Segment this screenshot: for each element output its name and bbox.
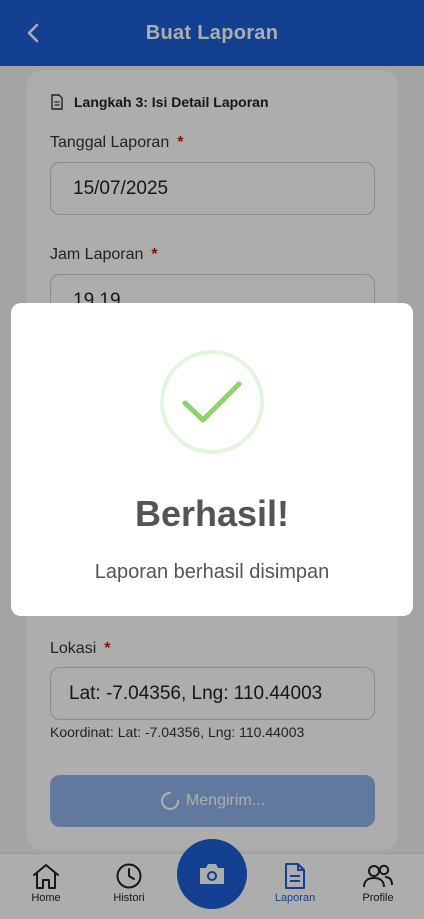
checkmark-icon bbox=[182, 381, 242, 423]
dialog-title: Berhasil! bbox=[134, 493, 290, 534]
success-dialog: Berhasil! Laporan berhasil disimpan bbox=[11, 303, 413, 616]
dialog-message: Laporan berhasil disimpan bbox=[94, 561, 330, 583]
success-circle bbox=[160, 350, 264, 454]
